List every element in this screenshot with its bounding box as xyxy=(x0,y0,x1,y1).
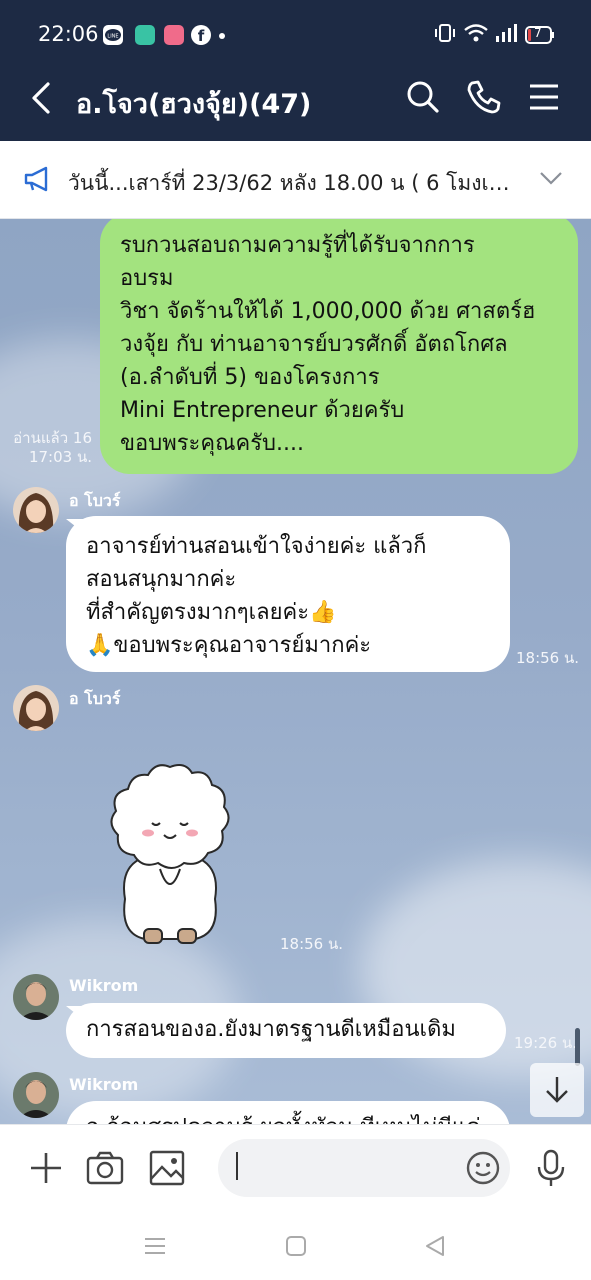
megaphone-icon xyxy=(22,163,54,195)
system-nav-bar xyxy=(0,1214,591,1280)
sender-name: อ โบวร์ xyxy=(69,491,121,510)
chat-area[interactable]: อ่านแล้ว 16 17:03 น. รบกวนสอบถามความรู้ท… xyxy=(0,219,591,1124)
message-time: 18:56 น. xyxy=(516,649,580,667)
message-line: วิชา จัดร้านให้ได้ 1,000,000 ด้วย ศาสตร์… xyxy=(120,299,536,324)
sender-name: อ โบวร์ xyxy=(69,689,121,708)
message-line: อ.ก้อนสรุปความรู้ ผลทั้งหัวน ทีเหนไม่มีแ… xyxy=(86,1111,490,1124)
message-line: อบรม xyxy=(120,266,174,291)
phone-icon[interactable] xyxy=(463,76,505,118)
chat-header: อ.โจว(ฮวงจุ้ย)(47) xyxy=(0,56,591,141)
signal-icon xyxy=(494,22,518,49)
message-time: 19:26 น. xyxy=(514,1034,578,1052)
menu-icon[interactable] xyxy=(524,76,566,118)
message-line: การสอนของอ.ยังมาตรฐานดีเหมือนเดิม xyxy=(86,1017,456,1042)
microphone-icon[interactable] xyxy=(530,1147,572,1189)
image-icon[interactable] xyxy=(146,1147,188,1189)
avatar[interactable] xyxy=(13,974,59,1020)
back-nav-icon[interactable] xyxy=(421,1232,449,1260)
message-bubble-incoming[interactable]: การสอนของอ.ยังมาตรฐานดีเหมือนเดิม xyxy=(66,1003,506,1058)
vibrate-icon xyxy=(434,22,456,49)
chevron-down-icon[interactable] xyxy=(536,163,566,193)
more-notifications-icon xyxy=(219,33,225,39)
plus-icon[interactable] xyxy=(25,1147,67,1189)
message-line: (อ.ลำดับที่ 5) ของโครงการ xyxy=(120,365,380,390)
wifi-icon xyxy=(463,22,489,49)
message-meta: อ่านแล้ว 16 17:03 น. xyxy=(8,429,92,467)
avatar[interactable] xyxy=(13,1072,59,1118)
sheep-bow-sticker[interactable] xyxy=(100,759,240,949)
recent-apps-icon[interactable] xyxy=(141,1232,169,1260)
message-line: ขอบพระคุณครับ.... xyxy=(120,431,304,456)
message-input-bar xyxy=(0,1124,591,1214)
announcement-text: วันนี้...เสาร์ที่ 23/3/62 หลัง 18.00 น (… xyxy=(68,171,518,195)
arrow-down-icon xyxy=(546,1077,568,1103)
battery-icon: 7 xyxy=(525,26,555,49)
status-bar: 22:06 LINE f 7 xyxy=(0,0,591,56)
search-icon[interactable] xyxy=(402,76,444,118)
message-time: 18:56 น. xyxy=(280,935,344,953)
back-icon[interactable] xyxy=(26,78,62,118)
announcement-bar[interactable]: วันนี้...เสาร์ที่ 23/3/62 หลัง 18.00 น (… xyxy=(0,141,591,219)
avatar[interactable] xyxy=(13,685,59,731)
message-line: วงจุ้ย กับ ท่านอาจารย์บวรศักดิ์ อัตถโกศล xyxy=(120,332,508,357)
facebook-notification-icon: f xyxy=(191,25,211,45)
camera-icon[interactable] xyxy=(84,1147,126,1189)
svg-text:LINE: LINE xyxy=(107,34,118,40)
svg-text:f: f xyxy=(198,27,205,45)
message-bubble-incoming[interactable]: อาจารย์ท่านสอนเข้าใจง่ายค่ะ แล้วก็ สอนสน… xyxy=(66,516,510,672)
message-line: สอนสนุกมากค่ะ xyxy=(86,567,237,592)
app-notification-icon xyxy=(164,25,184,45)
text-cursor xyxy=(236,1152,238,1180)
battery-level: 7 xyxy=(534,26,542,40)
avatar[interactable] xyxy=(13,487,59,533)
message-line: รบกวนสอบถามความรู้ที่ได้รับจากการ xyxy=(120,233,475,258)
sender-name: Wikrom xyxy=(69,976,139,995)
scrollbar[interactable] xyxy=(575,1028,580,1066)
shopping-notification-icon xyxy=(135,25,155,45)
chat-title: อ.โจว(ฮวงจุ้ย)(47) xyxy=(76,89,312,120)
line-notification-icon: LINE xyxy=(103,25,123,45)
sender-name: Wikrom xyxy=(69,1075,139,1094)
scroll-to-bottom-button[interactable] xyxy=(530,1063,584,1117)
message-bubble-incoming[interactable]: อ.ก้อนสรุปความรู้ ผลทั้งหัวน ทีเหนไม่มีแ… xyxy=(66,1101,510,1124)
message-line: 🙏ขอบพระคุณอาจารย์มากค่ะ xyxy=(86,633,372,658)
emoji-icon[interactable] xyxy=(462,1147,504,1189)
message-line: Mini Entrepreneur ด้วยครับ xyxy=(120,398,405,423)
message-line: ที่สำคัญตรงมากๆเลยค่ะ👍 xyxy=(86,600,337,625)
status-time: 22:06 xyxy=(38,22,99,46)
read-receipt: อ่านแล้ว 16 xyxy=(13,429,92,447)
message-line: อาจารย์ท่านสอนเข้าใจง่ายค่ะ แล้วก็ xyxy=(86,534,427,559)
message-time: 17:03 น. xyxy=(28,448,92,466)
home-icon[interactable] xyxy=(282,1232,310,1260)
message-bubble-outgoing[interactable]: รบกวนสอบถามความรู้ที่ได้รับจากการ อบรม ว… xyxy=(100,219,578,474)
